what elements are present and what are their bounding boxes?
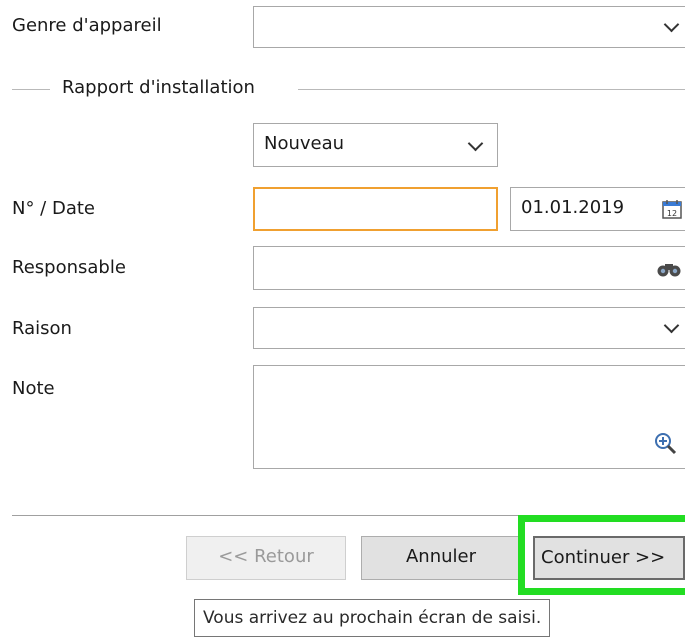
responsible-input[interactable] xyxy=(253,246,685,290)
report-mode-value: Nouveau xyxy=(264,133,345,154)
chevron-down-icon xyxy=(467,135,484,152)
group-title: Rapport d'installation xyxy=(62,77,255,98)
group-line-right xyxy=(298,89,685,90)
number-date-label: N° / Date xyxy=(12,198,95,219)
note-label: Note xyxy=(12,378,55,399)
chevron-down-icon xyxy=(663,16,680,33)
back-button[interactable]: << Retour xyxy=(186,536,346,580)
report-mode-select[interactable]: Nouveau xyxy=(253,123,498,167)
group-line-left xyxy=(12,89,50,90)
continue-button[interactable]: Continuer >> xyxy=(533,536,685,580)
svg-text:12: 12 xyxy=(667,209,677,218)
date-value: 01.01.2019 xyxy=(521,197,625,218)
device-type-label: Genre d'appareil xyxy=(12,15,162,36)
responsible-label: Responsable xyxy=(12,257,126,278)
zoom-in-icon[interactable] xyxy=(654,432,678,456)
note-textarea[interactable] xyxy=(253,365,685,469)
report-number-input[interactable] xyxy=(253,187,498,231)
tooltip: Vous arrivez au prochain écran de saisi. xyxy=(194,599,551,637)
cancel-button[interactable]: Annuler xyxy=(361,536,521,580)
calendar-icon[interactable]: 12 xyxy=(661,198,683,220)
reason-label: Raison xyxy=(12,318,72,339)
reason-select[interactable] xyxy=(253,307,685,349)
chevron-down-icon xyxy=(663,317,680,334)
date-picker[interactable]: 01.01.2019 12 xyxy=(510,187,685,231)
binoculars-icon[interactable] xyxy=(656,260,682,278)
device-type-select[interactable] xyxy=(253,6,685,48)
